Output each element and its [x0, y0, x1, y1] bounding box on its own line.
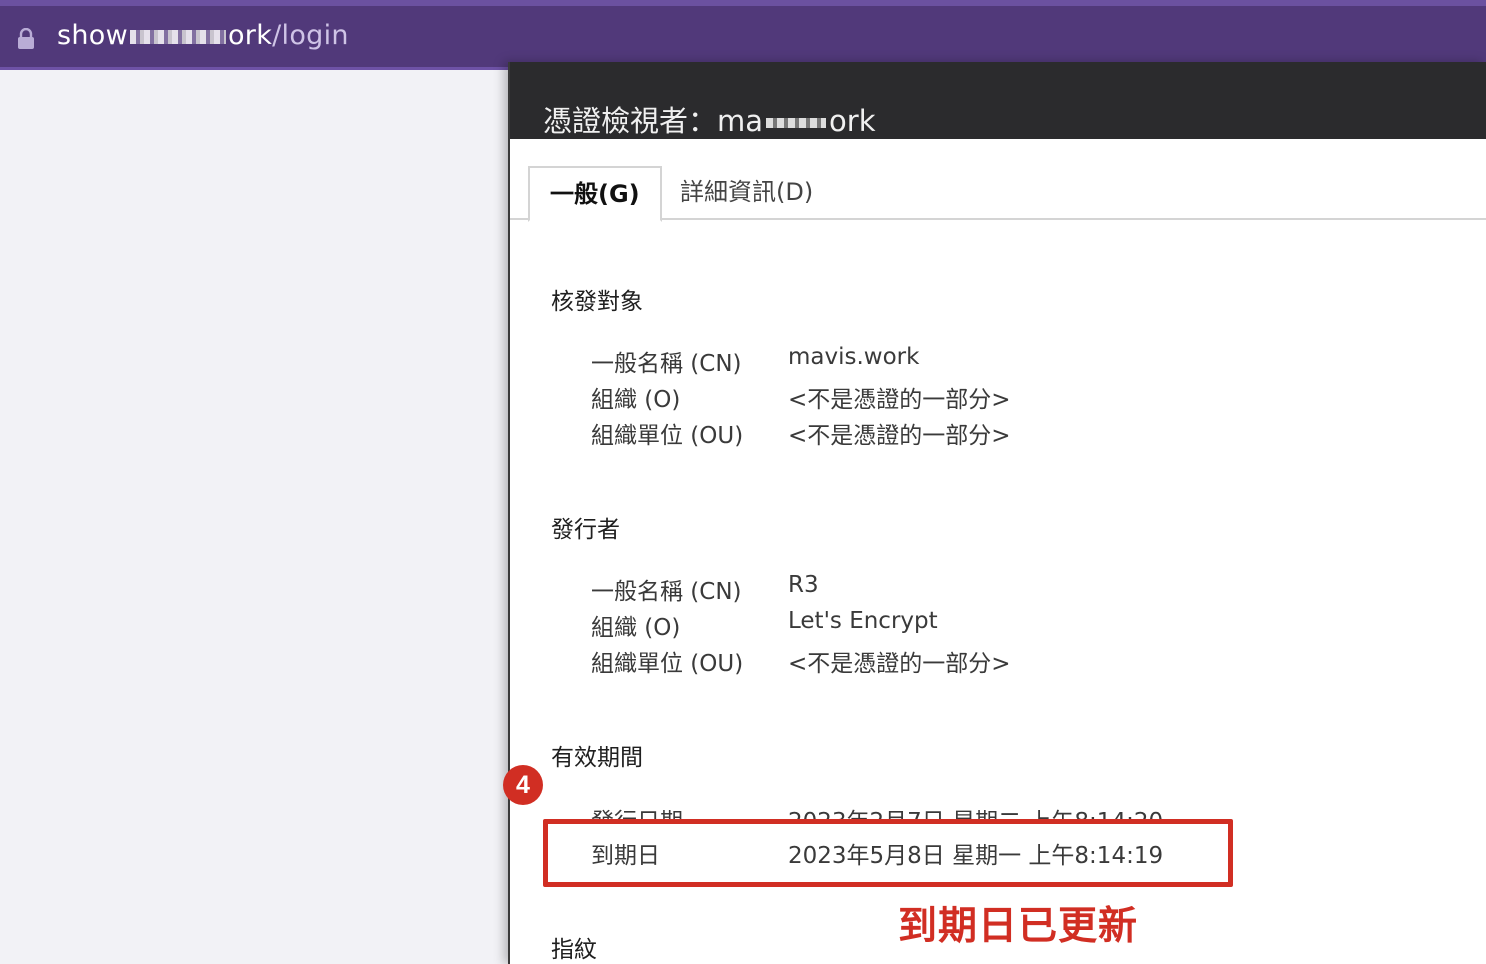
- url-text[interactable]: show ork/login: [57, 20, 349, 51]
- url-host-end: ork: [227, 20, 273, 51]
- dialog-title: 憑證檢視者：ma ork: [543, 104, 876, 138]
- subject-o-label: 組織 (O): [591, 387, 681, 413]
- url-redacted: [129, 29, 226, 44]
- issuer-cn-value: R3: [788, 572, 819, 598]
- subject-o-value: <不是憑證的一部分>: [788, 387, 1011, 413]
- tab-bar: 一般(G) 詳細資訊(D): [510, 166, 1486, 222]
- issuer-o-label: 組織 (O): [591, 615, 681, 641]
- dialog-titlebar: 憑證檢視者：ma ork: [510, 62, 1486, 139]
- step-badge: 4: [503, 765, 543, 805]
- title-redacted: [766, 118, 827, 128]
- issuer-cn-label: 一般名稱 (CN): [591, 579, 742, 605]
- annotation-note: 到期日已更新: [898, 904, 1139, 949]
- subject-section-title: 核發對象: [551, 289, 643, 315]
- issuer-ou-label: 組織單位 (OU): [591, 651, 744, 677]
- lock-icon: [18, 28, 34, 49]
- subject-ou-label: 組織單位 (OU): [591, 423, 744, 449]
- screenshot: show ork/login 憑證檢視者：ma ork 一般(G) 詳細資訊(D) …: [0, 0, 1486, 964]
- validity-section-title: 有效期間: [551, 745, 643, 771]
- issuer-ou-value: <不是憑證的一部分>: [788, 651, 1011, 677]
- fingerprint-section-title: 指紋: [551, 937, 597, 963]
- tab-details[interactable]: 詳細資訊(D): [660, 166, 833, 220]
- url-host-start: show: [57, 20, 128, 51]
- subject-cn-value: mavis.work: [788, 344, 920, 370]
- issuer-o-value: Let's Encrypt: [788, 608, 938, 634]
- issuer-section-title: 發行者: [551, 517, 620, 543]
- subject-ou-value: <不是憑證的一部分>: [788, 423, 1011, 449]
- tab-general[interactable]: 一般(G): [528, 166, 662, 222]
- browser-url-bar[interactable]: show ork/login: [0, 0, 1486, 70]
- page-background: [0, 70, 510, 964]
- expiry-highlight-box: [543, 819, 1233, 887]
- subject-cn-label: 一般名稱 (CN): [591, 351, 742, 377]
- url-path: /login: [272, 20, 349, 51]
